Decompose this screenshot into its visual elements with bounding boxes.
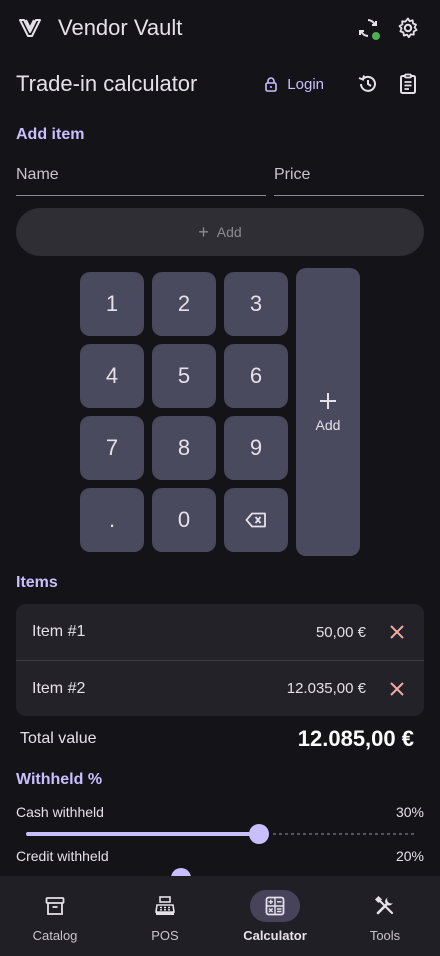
key-label: 5 [177, 363, 191, 388]
item-price: 12.035,00 € [286, 680, 366, 697]
remove-item-button[interactable] [386, 621, 408, 643]
item-name: Item #1 [32, 623, 86, 640]
login-button[interactable]: Login [263, 76, 324, 93]
close-icon [390, 625, 404, 639]
vendor-vault-logo-icon [16, 14, 44, 42]
slider-fill [26, 832, 259, 836]
app-bar: Vendor Vault [0, 0, 440, 56]
key-label: 8 [177, 435, 191, 460]
plus-icon [318, 391, 338, 411]
keypad-key-6[interactable]: 6 [224, 344, 288, 408]
page-header: Trade-in calculator Login [0, 62, 440, 106]
cash-register-icon [140, 890, 190, 922]
add-item-button[interactable]: + Add [16, 208, 424, 256]
app-title: Vendor Vault [58, 15, 183, 40]
items-list: Item #1 50,00 € Item #2 12.035,00 € [16, 604, 424, 716]
key-label: 1 [105, 291, 119, 316]
nav-item-pos[interactable]: POS [110, 876, 220, 956]
keypad-add-button[interactable]: Add [296, 268, 360, 556]
cash-withheld-label: Cash withheld [16, 804, 104, 820]
nav-item-tools[interactable]: Tools [330, 876, 440, 956]
price-placeholder: Price [274, 166, 311, 183]
gear-icon [396, 16, 420, 40]
item-name: Item #2 [32, 679, 86, 697]
keypad-key-4[interactable]: 4 [80, 344, 144, 408]
name-placeholder: Name [16, 166, 59, 183]
backspace-icon [245, 512, 267, 528]
keypad-key-decimal[interactable]: . [80, 488, 144, 552]
history-button[interactable] [352, 68, 384, 100]
plus-icon: + [198, 221, 209, 242]
total-label: Total value [20, 730, 97, 747]
item-price: 50,00 € [315, 623, 366, 641]
key-label: 9 [249, 435, 263, 460]
list-item[interactable]: Item #1 50,00 € [16, 604, 424, 660]
cash-withheld-row: Cash withheld 30% [16, 804, 424, 820]
archive-icon [30, 890, 80, 922]
remove-item-button[interactable] [386, 678, 408, 700]
bottom-nav: Catalog POS Calculator Tools [0, 876, 440, 956]
add-item-label: Add item [16, 126, 85, 143]
keypad-key-7[interactable]: 7 [80, 416, 144, 480]
keypad-key-8[interactable]: 8 [152, 416, 216, 480]
name-field[interactable]: Name [16, 160, 266, 196]
key-label: 2 [177, 291, 191, 316]
history-icon [356, 72, 380, 96]
page-title: Trade-in calculator [16, 71, 198, 96]
slider-rest [273, 833, 414, 835]
close-icon [390, 681, 404, 696]
nav-label: Calculator [243, 928, 307, 943]
tools-icon [360, 890, 410, 922]
nav-label: Catalog [32, 928, 78, 943]
keypad-key-5[interactable]: 5 [152, 344, 216, 408]
credit-withheld-value: 20% [395, 848, 424, 864]
clipboard-icon [396, 72, 420, 96]
list-item[interactable]: Item #2 12.035,00 € [16, 660, 424, 716]
keypad-backspace-button[interactable] [224, 488, 288, 552]
total-value: 12.085,00 € [297, 726, 414, 751]
key-label: 6 [249, 363, 263, 388]
price-field[interactable]: Price [274, 160, 424, 196]
nav-label: Tools [369, 928, 401, 943]
credit-withheld-label: Credit withheld [16, 848, 109, 864]
withheld-label: Withheld % [16, 771, 103, 788]
cash-withheld-value: 30% [395, 804, 424, 820]
key-label: 3 [249, 291, 263, 316]
clipboard-button[interactable] [392, 68, 424, 100]
key-label: 0 [177, 507, 191, 532]
keypad-key-1[interactable]: 1 [80, 272, 144, 336]
items-label: Items [16, 574, 58, 591]
nav-item-calculator[interactable]: Calculator [220, 876, 330, 956]
keypad-add-label: Add [315, 417, 341, 433]
keypad-key-9[interactable]: 9 [224, 416, 288, 480]
nav-item-catalog[interactable]: Catalog [0, 876, 110, 956]
sync-button[interactable] [352, 12, 384, 44]
total-row: Total value 12.085,00 € [20, 724, 414, 754]
sync-status-dot [372, 32, 380, 40]
keypad-key-3[interactable]: 3 [224, 272, 288, 336]
slider-thumb[interactable] [249, 824, 269, 844]
calculator-icon [250, 890, 300, 922]
nav-label: POS [151, 928, 179, 943]
key-label: . [108, 507, 116, 532]
keypad-key-0[interactable]: 0 [152, 488, 216, 552]
key-label: 4 [105, 363, 119, 388]
keypad-key-2[interactable]: 2 [152, 272, 216, 336]
key-label: 7 [105, 435, 119, 460]
credit-withheld-row: Credit withheld 20% [16, 848, 424, 864]
settings-button[interactable] [392, 12, 424, 44]
cash-withheld-slider[interactable] [26, 824, 414, 844]
lock-icon [263, 76, 279, 92]
add-item-button-label: Add [216, 224, 242, 240]
login-label: Login [287, 75, 324, 93]
